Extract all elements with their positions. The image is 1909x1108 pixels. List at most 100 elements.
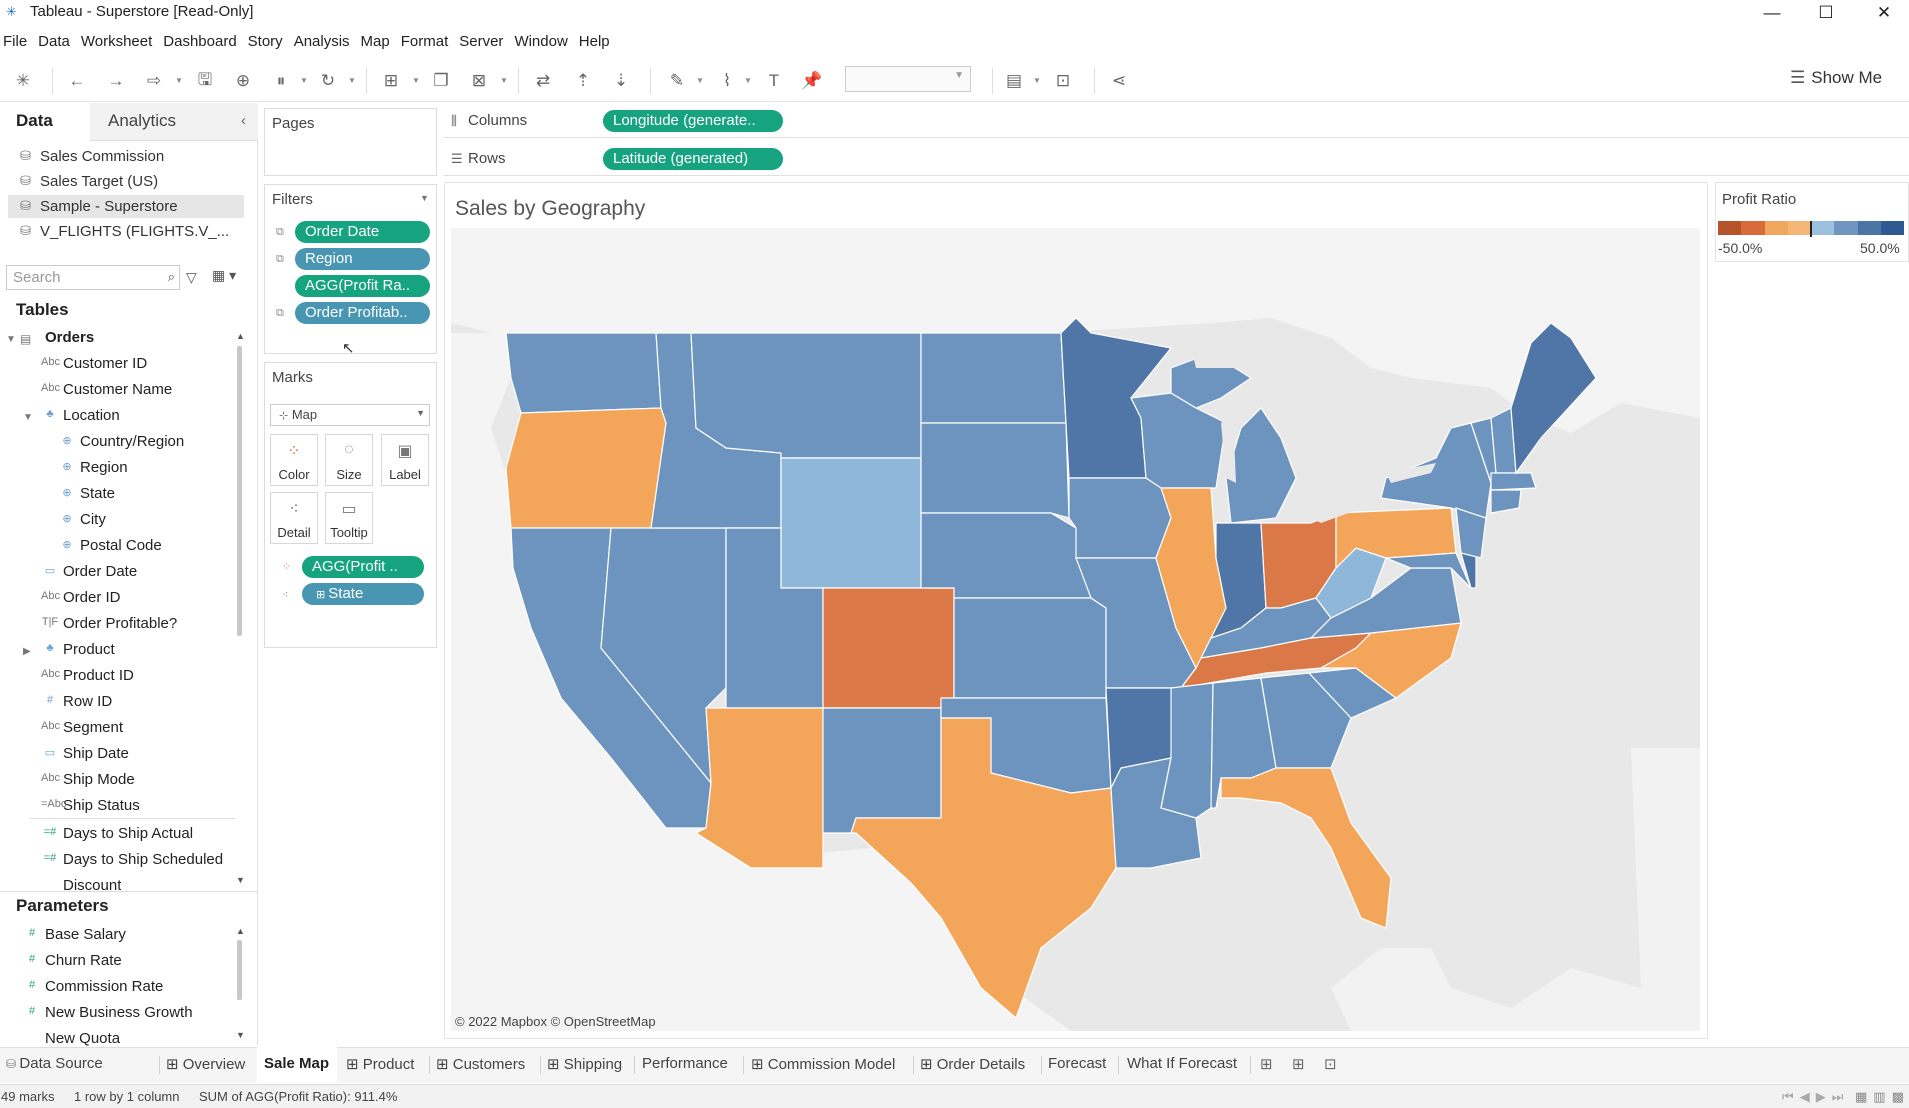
field-days-to-ship-scheduled[interactable]: =# Days to Ship Scheduled	[44, 851, 223, 873]
menu-help[interactable]: Help	[575, 30, 617, 56]
menu-dashboard[interactable]: Dashboard	[159, 30, 243, 56]
state-arizona[interactable]	[694, 707, 824, 869]
field-row-id[interactable]: # Row ID	[47, 693, 112, 715]
expand-product-icon[interactable]: ▶	[23, 646, 31, 657]
field-days-to-ship-actual[interactable]: =# Days to Ship Actual	[44, 825, 193, 847]
new-worksheet-icon[interactable]: ⊞	[380, 70, 402, 92]
scroll-up-icon[interactable]: ▲	[236, 926, 245, 936]
menu-server[interactable]: Server	[455, 30, 510, 56]
show-cards-dropdown-icon[interactable]: ▼	[1033, 76, 1041, 85]
collapse-location-icon[interactable]: ▼	[23, 412, 33, 423]
state-wyoming[interactable]	[780, 457, 922, 589]
field-order-id[interactable]: Abc Order ID	[41, 589, 121, 611]
field-customer-name[interactable]: Abc Customer Name	[41, 381, 172, 403]
show-me-button[interactable]: ☰ Show Me	[1790, 68, 1882, 88]
tab-analytics[interactable]: Analytics	[108, 111, 176, 131]
data-source-item[interactable]: ⛁ Sales Target (US)	[8, 170, 244, 193]
show-cards-icon[interactable]: ▤	[1003, 70, 1025, 92]
mark-type-select[interactable]: ⊹ Map ▼	[270, 404, 430, 426]
field-ship-date[interactable]: ▭ Ship Date	[45, 745, 129, 767]
menu-analysis[interactable]: Analysis	[290, 30, 357, 56]
fields-scrollbar[interactable]	[237, 346, 242, 636]
clear-dropdown-icon[interactable]: ▼	[500, 76, 508, 85]
tooltip-button[interactable]: ▭ Tooltip	[325, 492, 373, 544]
replay-dropdown-icon[interactable]: ▼	[175, 76, 183, 85]
parameters-scrollbar[interactable]	[237, 940, 242, 1000]
parameter-base-salary[interactable]: # Base Salary	[29, 926, 126, 948]
refresh-dropdown-icon[interactable]: ▼	[348, 76, 356, 85]
state-iowa[interactable]	[1068, 477, 1172, 559]
undo-icon[interactable]: ←	[66, 70, 88, 92]
tab-commission-model[interactable]: ⊞ Commission Model	[751, 1055, 895, 1073]
size-button[interactable]: ◌ Size	[325, 434, 373, 486]
state-oregon[interactable]	[505, 407, 667, 529]
close-button[interactable]: ✕	[1861, 0, 1907, 26]
maximize-button[interactable]: ☐	[1803, 0, 1849, 26]
state-montana[interactable]	[690, 332, 922, 459]
state-nebraska[interactable]	[920, 512, 1092, 599]
redo-icon[interactable]: →	[105, 70, 127, 92]
tab-order-details[interactable]: ⊞ Order Details	[920, 1055, 1025, 1073]
field-country-region[interactable]: ⊕ Country/Region	[62, 433, 184, 455]
field-ship-mode[interactable]: Abc Ship Mode	[41, 771, 135, 793]
parameter-churn-rate[interactable]: # Churn Rate	[29, 952, 122, 974]
state-south-dakota[interactable]	[920, 422, 1070, 519]
map-view[interactable]	[451, 228, 1700, 1031]
fit-width-select[interactable]: ▼	[845, 66, 971, 92]
filter-pill-order-date[interactable]: Order Date	[295, 221, 430, 243]
new-story-tab-icon[interactable]: ⊡	[1324, 1055, 1337, 1073]
data-source-item[interactable]: ⛁ V_FLIGHTS (FLIGHTS.V_...	[8, 220, 244, 243]
scroll-down-icon[interactable]: ▼	[236, 875, 245, 885]
new-dashboard-tab-icon[interactable]: ⊞	[1292, 1055, 1305, 1073]
pin-axes-icon[interactable]: 📌	[801, 70, 823, 92]
scroll-down-icon[interactable]: ▼	[236, 1030, 245, 1040]
field-city[interactable]: ⊕ City	[62, 511, 105, 533]
state-colorado[interactable]	[822, 587, 955, 709]
detail-button[interactable]: ⁖ Detail	[270, 492, 318, 544]
view-options-icon[interactable]: ▦ ▾	[212, 267, 236, 284]
new-data-source-icon[interactable]: ⊕	[232, 70, 254, 92]
marks-pill-profit-ratio[interactable]: AGG(Profit ..	[302, 556, 424, 578]
show-mark-labels-icon[interactable]: T	[763, 70, 785, 92]
replay-icon[interactable]: ⇨	[143, 70, 165, 92]
clear-sheet-icon[interactable]: ⊠	[468, 70, 490, 92]
parameter-new-quota[interactable]: #New Quota	[45, 1030, 120, 1046]
menu-window[interactable]: Window	[510, 30, 574, 56]
tab-data-source[interactable]: ⛁ Data Source	[6, 1055, 103, 1072]
pause-dropdown-icon[interactable]: ▼	[300, 76, 308, 85]
highlight-dropdown-icon[interactable]: ▼	[696, 76, 704, 85]
field-order-date[interactable]: ▭ Order Date	[45, 563, 137, 585]
state-new-mexico[interactable]	[822, 707, 942, 834]
highlight-icon[interactable]: ✎	[666, 70, 688, 92]
tab-data[interactable]: Data	[16, 111, 53, 131]
presentation-mode-icon[interactable]: ⊡	[1052, 70, 1074, 92]
menu-data[interactable]: Data	[34, 30, 77, 56]
label-button[interactable]: ▣ Label	[381, 434, 429, 486]
pages-card[interactable]: Pages	[264, 108, 437, 176]
table-orders[interactable]: Orders	[45, 329, 94, 346]
menu-map[interactable]: Map	[357, 30, 397, 56]
tableau-home-icon[interactable]: ✳	[12, 70, 34, 92]
filters-dropdown-icon[interactable]: ▼	[420, 193, 429, 203]
state-north-dakota[interactable]	[920, 332, 1067, 424]
parameter-commission-rate[interactable]: # Commission Rate	[29, 978, 163, 1000]
sheet-view-icons[interactable]: ▦▥▩	[1855, 1089, 1909, 1105]
search-input[interactable]: Search ⌕	[6, 265, 180, 290]
collapse-pane-icon[interactable]: ‹	[241, 112, 246, 129]
state-kansas[interactable]	[953, 597, 1107, 699]
share-icon[interactable]: ⋖	[1108, 70, 1130, 92]
scroll-up-icon[interactable]: ▲	[236, 331, 245, 341]
menu-worksheet[interactable]: Worksheet	[77, 30, 159, 56]
filter-icon[interactable]: ▽	[186, 269, 197, 286]
filter-pill-profit-ratio[interactable]: AGG(Profit Ra..	[295, 275, 430, 297]
sort-ascending-icon[interactable]: ⇡	[572, 70, 594, 92]
tab-sale-map[interactable]: Sale Map	[264, 1055, 329, 1072]
data-source-item-selected[interactable]: ⛁ Sample - Superstore	[8, 195, 244, 218]
tab-what-if-forecast[interactable]: What If Forecast	[1127, 1055, 1237, 1072]
tab-shipping[interactable]: ⊞ Shipping	[547, 1055, 622, 1073]
duplicate-sheet-icon[interactable]: ❐	[430, 70, 452, 92]
menu-file[interactable]: File	[0, 30, 34, 56]
tab-overview[interactable]: ⊞ Overview	[166, 1055, 245, 1073]
menu-format[interactable]: Format	[397, 30, 456, 56]
field-region[interactable]: ⊕ Region	[62, 459, 127, 481]
